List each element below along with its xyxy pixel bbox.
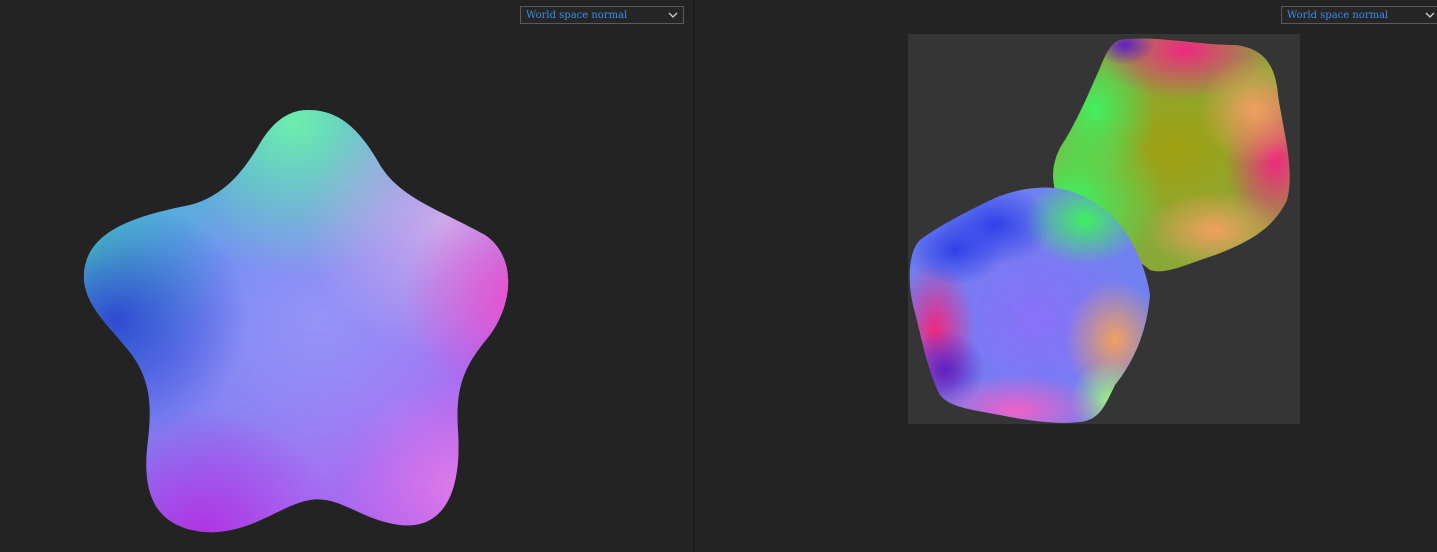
chevron-down-icon [1425, 12, 1435, 18]
display-mode-dropdown[interactable]: World space normal [1281, 6, 1437, 24]
viewport-3d-preview[interactable]: World space normal [0, 0, 693, 552]
chevron-down-icon [668, 12, 678, 18]
uv-layout-render [908, 34, 1300, 424]
display-mode-label: World space normal [1287, 10, 1389, 21]
viewport-uv-preview[interactable]: World space normal [695, 0, 1437, 552]
display-mode-dropdown[interactable]: World space normal [520, 6, 684, 24]
display-mode-label: World space normal [526, 10, 628, 21]
star-mesh-render [83, 110, 509, 533]
